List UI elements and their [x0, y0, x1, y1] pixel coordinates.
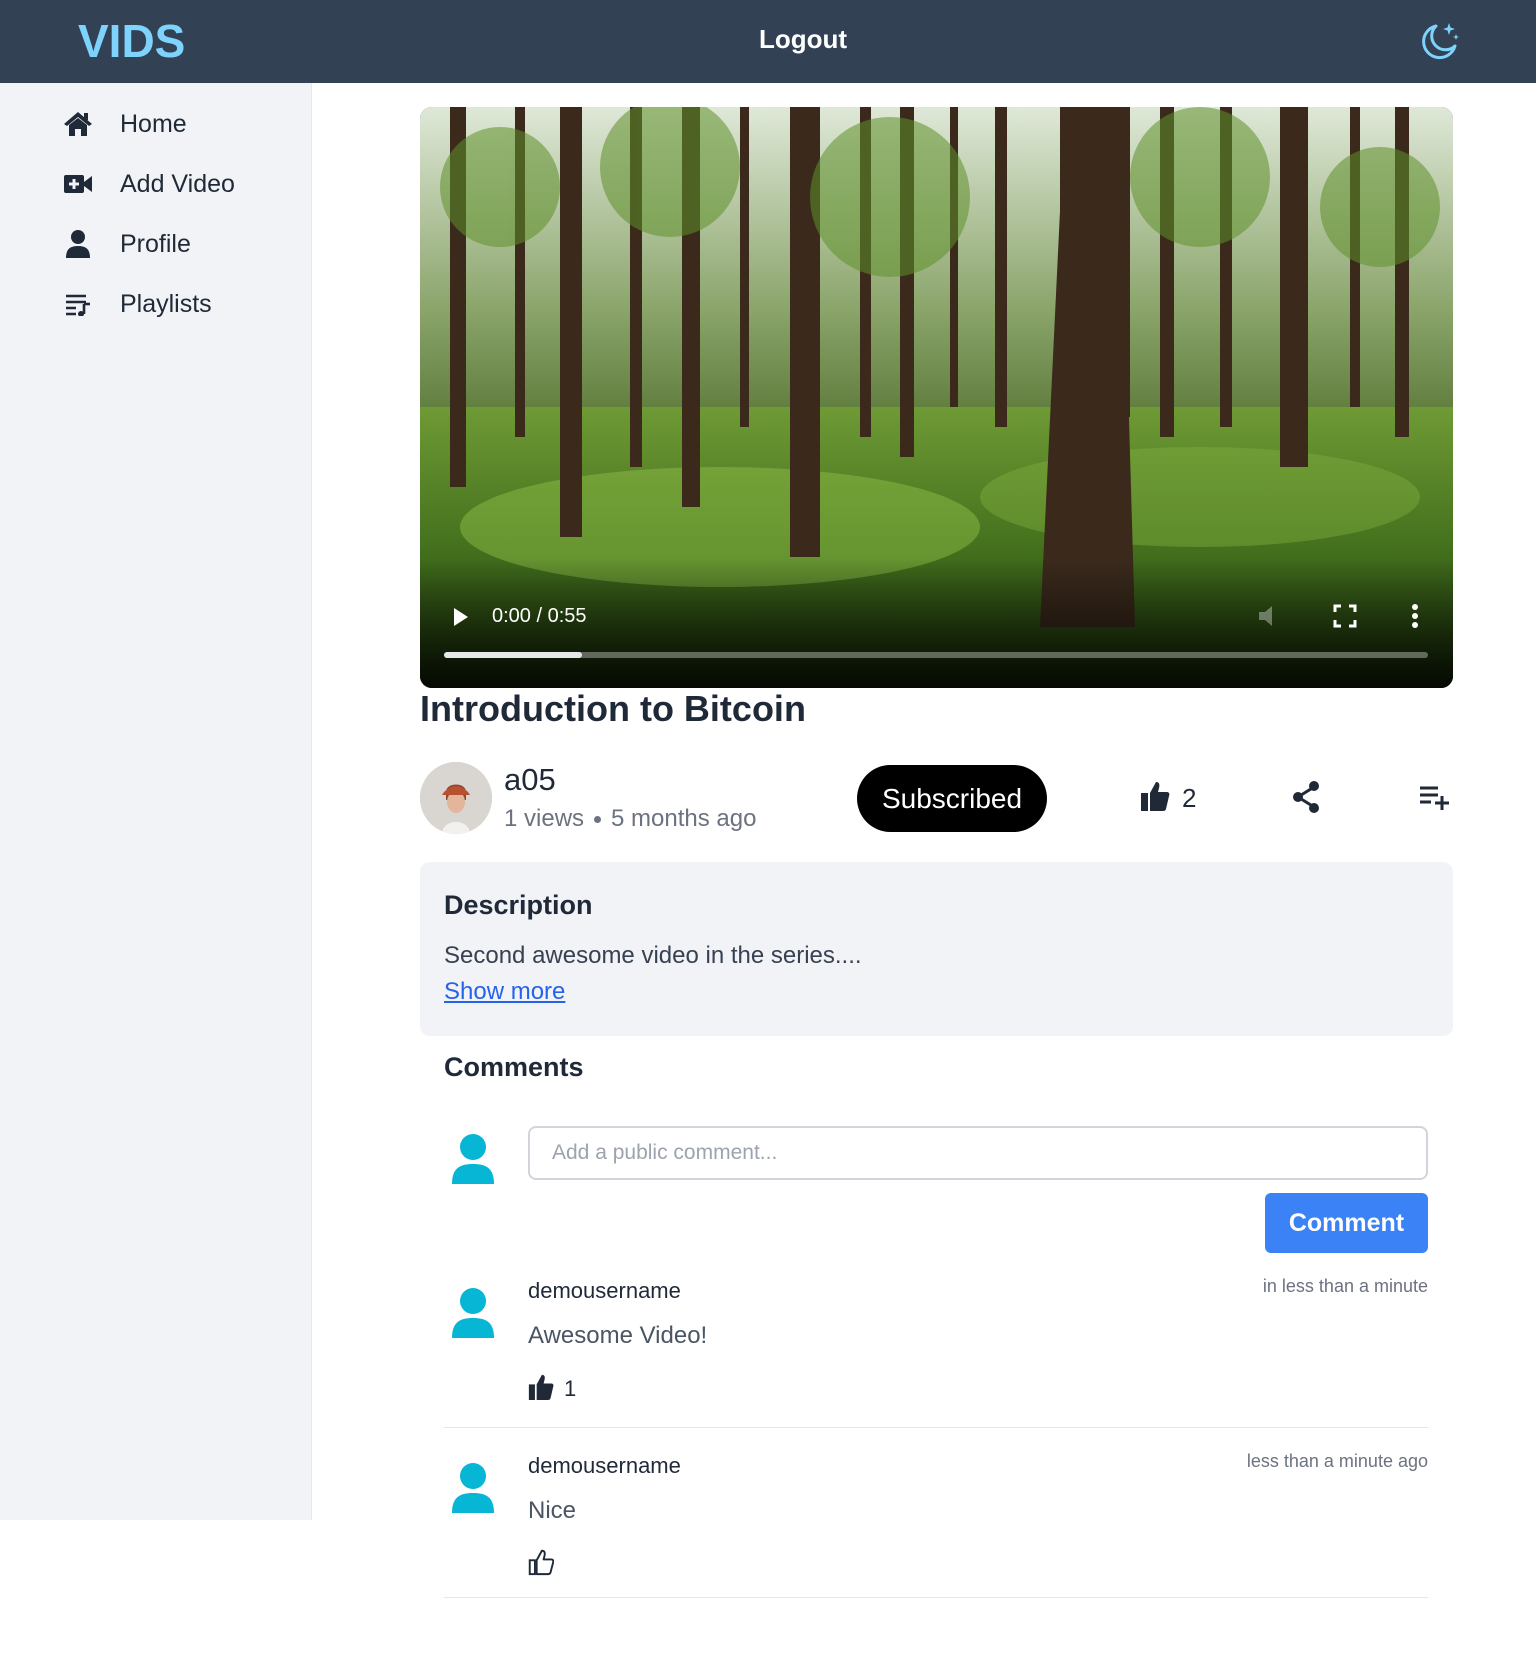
comment-like-count: 1: [564, 1376, 577, 1401]
video-progress-bar[interactable]: [444, 652, 1428, 658]
add-to-playlist-icon[interactable]: [1418, 784, 1450, 812]
fullscreen-icon[interactable]: [1332, 603, 1358, 629]
comment-item: demousername less than a minute ago Nice: [444, 1451, 1428, 1598]
moon-stars-icon[interactable]: [1417, 18, 1463, 64]
comment-input[interactable]: [528, 1126, 1428, 1180]
show-more-link[interactable]: Show more: [444, 978, 565, 1006]
sidebar-item-label: Home: [120, 109, 187, 138]
volume-icon[interactable]: [1255, 601, 1285, 631]
comment-text: Nice: [528, 1497, 577, 1524]
playback-time: 0:00 / 0:55: [492, 605, 587, 627]
comment-divider: [444, 1597, 1428, 1598]
upload-age: 5 months ago: [611, 805, 757, 832]
video-plus-icon: [60, 166, 96, 202]
comment-author[interactable]: demousername: [528, 1278, 681, 1304]
like-count: 2: [1182, 782, 1197, 813]
sidebar: Home Add Video Profile Playlists: [0, 83, 312, 1520]
logout-button[interactable]: Logout: [0, 24, 1536, 55]
user-avatar-icon: [448, 1461, 498, 1515]
subscribe-button[interactable]: Subscribed: [857, 765, 1047, 832]
sidebar-item-label: Profile: [120, 229, 191, 258]
user-avatar-icon: [448, 1286, 498, 1340]
comment-divider: [444, 1427, 1428, 1428]
description-text: Second awesome video in the series....: [444, 942, 862, 969]
sidebar-item-label: Add Video: [120, 169, 235, 198]
sidebar-item-label: Playlists: [120, 289, 212, 318]
thumbs-up-filled-icon: [1140, 780, 1170, 817]
comment-text: Awesome Video!: [528, 1322, 708, 1349]
comment-time: in less than a minute: [1262, 1276, 1428, 1296]
playlist-icon: [60, 286, 96, 322]
play-icon[interactable]: [448, 604, 472, 630]
comment-item: demousername in less than a minute Aweso…: [444, 1276, 1428, 1428]
comment-submit-button[interactable]: Comment: [1265, 1193, 1428, 1253]
sidebar-item-profile[interactable]: Profile: [60, 219, 290, 269]
comment-time: less than a minute ago: [1246, 1451, 1428, 1471]
thumbs-up-outline-icon: [528, 1548, 555, 1581]
description-panel: Description Second awesome video in the …: [420, 862, 1453, 1036]
channel-name[interactable]: a05: [504, 762, 556, 798]
video-title: Introduction to Bitcoin: [420, 688, 806, 729]
sidebar-item-playlists[interactable]: Playlists: [60, 279, 290, 329]
comment-author[interactable]: demousername: [528, 1453, 681, 1479]
sidebar-item-home[interactable]: Home: [60, 99, 290, 149]
like-button[interactable]: 2: [1140, 780, 1196, 816]
video-player[interactable]: 0:00 / 0:55: [420, 107, 1453, 688]
top-navbar: VIDS Logout: [0, 0, 1536, 83]
share-icon[interactable]: [1290, 780, 1322, 814]
separator-dot: [594, 815, 602, 823]
video-meta: 1 views 5 months ago: [504, 805, 756, 833]
description-heading: Description: [444, 890, 593, 920]
comments-heading: Comments: [444, 1052, 584, 1082]
more-options-icon[interactable]: [1408, 601, 1422, 631]
comment-like-button[interactable]: [528, 1548, 555, 1581]
user-icon: [60, 226, 96, 262]
comment-like-button[interactable]: 1: [528, 1374, 576, 1404]
sidebar-item-add-video[interactable]: Add Video: [60, 159, 290, 209]
thumbs-up-filled-icon: [528, 1373, 554, 1406]
channel-avatar[interactable]: [420, 762, 492, 834]
user-avatar-icon: [448, 1132, 498, 1186]
home-icon: [60, 106, 96, 142]
view-count: 1 views: [504, 805, 585, 832]
progress-fill: [444, 652, 582, 658]
